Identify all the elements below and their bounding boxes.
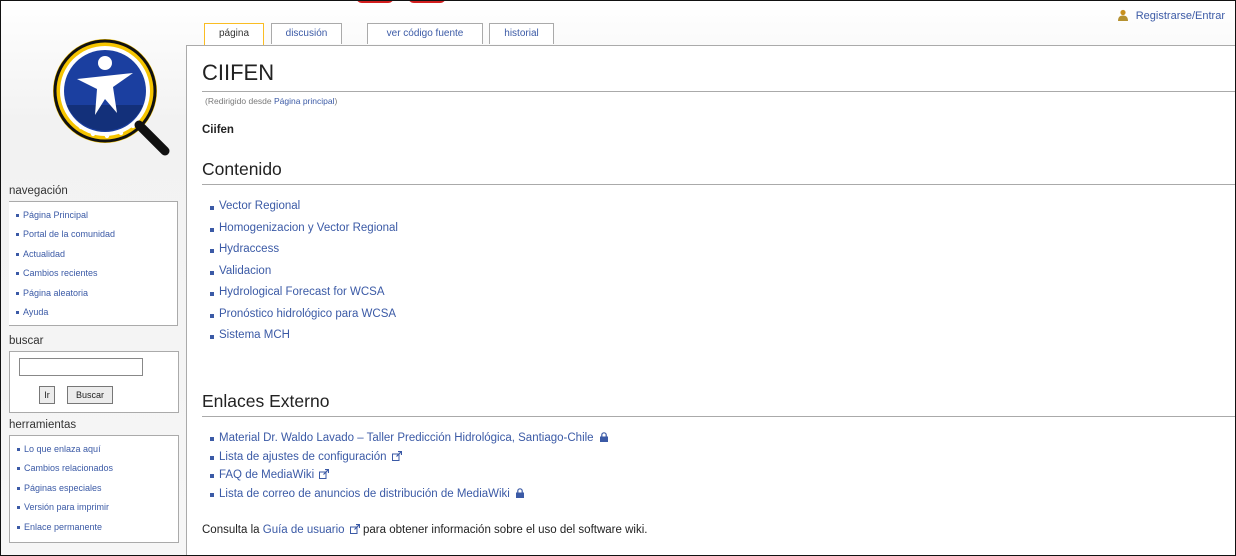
- external-link-item[interactable]: FAQ de MediaWiki: [209, 466, 609, 485]
- navigation-portlet: Página Principal Portal de la comunidad …: [9, 201, 178, 326]
- footer-note-prefix: Consulta la: [202, 524, 260, 536]
- tab-historial[interactable]: historial: [489, 23, 554, 44]
- tools-portlet: Lo que enlaza aquí Cambios relacionados …: [9, 435, 179, 543]
- tab-discusion[interactable]: discusión: [271, 23, 342, 44]
- tab-pagina[interactable]: página: [204, 23, 264, 45]
- lock-icon: [599, 432, 608, 442]
- list-item-link[interactable]: Vector Regional: [209, 196, 398, 218]
- sidebar-item-portal-comunidad[interactable]: Portal de la comunidad: [15, 225, 177, 244]
- user-icon: [1117, 9, 1128, 21]
- sidebar-item-pagina-aleatoria[interactable]: Página aleatoria: [15, 284, 177, 303]
- personal-tools: Registrarse/Entrar: [1117, 9, 1225, 22]
- external-link-item[interactable]: Lista de correo de anuncios de distribuc…: [209, 485, 609, 504]
- external-link-text[interactable]: Material Dr. Waldo Lavado – Taller Predi…: [219, 432, 594, 444]
- list-item-link[interactable]: Hydrological Forecast for WCSA: [209, 282, 398, 304]
- list-item-link[interactable]: Sistema MCH: [209, 325, 398, 347]
- sidebar-item-lo-que-enlaza-aqui[interactable]: Lo que enlaza aquí: [16, 440, 178, 459]
- list-item-link[interactable]: Pronóstico hidrológico para WCSA: [209, 304, 398, 326]
- sidebar-item-actualidad[interactable]: Actualidad: [15, 245, 177, 264]
- page-title: CIIFEN: [202, 60, 275, 85]
- list-item-link[interactable]: Hydraccess: [209, 239, 398, 261]
- tools-heading: herramientas: [9, 419, 77, 431]
- section-divider: [202, 416, 1235, 417]
- redirect-prefix: (Redirigido desde: [205, 96, 272, 106]
- footer-note-suffix: para obtener información sobre el uso de…: [363, 524, 648, 536]
- intro-text: Ciifen: [202, 124, 234, 136]
- section-divider: [202, 184, 1235, 185]
- navigation-heading: navegación: [9, 185, 68, 197]
- external-link-text[interactable]: Lista de correo de anuncios de distribuc…: [219, 488, 510, 500]
- external-link-text[interactable]: Lista de ajustes de configuración: [219, 451, 387, 463]
- user-guide-link[interactable]: Guía de usuario: [263, 524, 345, 536]
- redirect-suffix: ): [334, 96, 338, 106]
- footer-note: Consulta la Guía de usuario para obtener…: [202, 524, 647, 536]
- external-link-text[interactable]: FAQ de MediaWiki: [219, 469, 314, 481]
- sidebar-item-cambios-recientes[interactable]: Cambios recientes: [15, 264, 177, 283]
- sidebar-item-paginas-especiales[interactable]: Páginas especiales: [16, 479, 178, 498]
- list-item-link[interactable]: Homogenizacion y Vector Regional: [209, 218, 398, 240]
- search-heading: buscar: [9, 335, 44, 347]
- content-area: CIIFEN (Redirigido desde Página principa…: [186, 45, 1235, 555]
- redirect-link[interactable]: Página principal: [274, 96, 334, 106]
- external-link-icon: [349, 524, 360, 534]
- cropped-banner-title: [356, 1, 496, 5]
- enlaces-list: Material Dr. Waldo Lavado – Taller Predi…: [209, 429, 609, 503]
- sidebar-item-cambios-relacionados[interactable]: Cambios relacionados: [16, 459, 178, 478]
- contenido-list: Vector Regional Homogenizacion y Vector …: [209, 196, 398, 347]
- browser-frame: Registrarse/Entrar página discusión ver …: [0, 0, 1236, 556]
- external-link-item[interactable]: Material Dr. Waldo Lavado – Taller Predi…: [209, 429, 609, 448]
- tab-ver-codigo-fuente[interactable]: ver código fuente: [367, 23, 483, 44]
- list-item-link[interactable]: Validacion: [209, 261, 398, 283]
- section-heading-contenido: Contenido: [202, 159, 282, 179]
- lock-icon: [516, 487, 525, 498]
- external-link-icon: [391, 450, 402, 461]
- search-input[interactable]: [19, 358, 143, 376]
- title-divider: [202, 91, 1235, 92]
- redirect-notice: (Redirigido desde Página principal): [205, 96, 337, 106]
- login-link[interactable]: Registrarse/Entrar: [1136, 10, 1225, 22]
- section-heading-enlaces-externo: Enlaces Externo: [202, 391, 330, 411]
- sidebar-item-pagina-principal[interactable]: Página Principal: [15, 206, 177, 225]
- sidebar-item-version-imprimir[interactable]: Versión para imprimir: [16, 498, 178, 517]
- external-link-item[interactable]: Lista de ajustes de configuración: [209, 448, 609, 467]
- search-button[interactable]: Buscar: [67, 386, 113, 404]
- external-link-icon: [319, 469, 330, 479]
- go-button[interactable]: Ir: [39, 386, 55, 404]
- sidebar-item-enlace-permanente[interactable]: Enlace permanente: [16, 518, 178, 537]
- ciifen-logo[interactable]: [47, 33, 173, 159]
- sidebar-item-ayuda[interactable]: Ayuda: [15, 303, 177, 322]
- search-portlet: Ir Buscar: [9, 351, 179, 413]
